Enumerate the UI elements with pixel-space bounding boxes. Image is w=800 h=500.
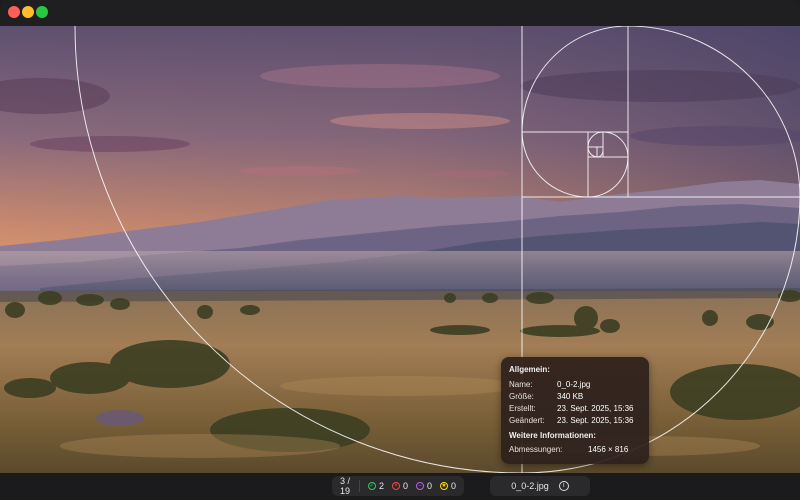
rating-counter-bar: 3 / 19 ✓ 2 × 0 – 0 ★ 0 <box>332 476 464 496</box>
image-counter: 3 / 19 <box>340 476 351 496</box>
created-label: Erstellt: <box>509 403 536 413</box>
accepted-count: 2 <box>378 481 384 491</box>
rejected-count: 0 <box>402 481 408 491</box>
dimensions-value: 1456 × 816 <box>588 444 629 454</box>
size-label: Größe: <box>509 391 534 401</box>
favorite-count: 0 <box>450 481 456 491</box>
dimensions-row: Abmessungen: 1456 × 816 <box>509 443 641 455</box>
rejected-badge[interactable]: × 0 <box>391 481 408 491</box>
favorite-badge[interactable]: ★ 0 <box>439 481 456 491</box>
maximize-window-button[interactable] <box>36 6 48 18</box>
info-popover: Allgemein: Name: 0_0-2.jpg Größe: 340 KB… <box>501 357 649 464</box>
created-row: Erstellt: 23. Sept. 2025, 15:36 <box>509 402 641 414</box>
modified-label: Geändert: <box>509 415 545 425</box>
neutral-badge[interactable]: – 0 <box>415 481 432 491</box>
minimize-window-button[interactable] <box>22 6 34 18</box>
x-circle-icon: × <box>391 482 400 490</box>
neutral-count: 0 <box>426 481 432 491</box>
name-value: 0_0-2.jpg <box>557 379 591 389</box>
more-info-heading: Weitere Informationen: <box>509 431 596 440</box>
name-row: Name: 0_0-2.jpg <box>509 378 641 390</box>
modified-value: 23. Sept. 2025, 15:36 <box>557 415 634 425</box>
size-row: Größe: 340 KB <box>509 390 641 402</box>
name-label: Name: <box>509 379 533 389</box>
general-heading: Allgemein: <box>509 365 550 374</box>
close-window-button[interactable] <box>8 6 20 18</box>
created-value: 23. Sept. 2025, 15:36 <box>557 403 634 413</box>
accepted-badge[interactable]: ✓ 2 <box>367 481 384 491</box>
image-canvas[interactable] <box>0 26 800 473</box>
divider <box>359 480 360 492</box>
modified-row: Geändert: 23. Sept. 2025, 15:36 <box>509 414 641 426</box>
filename-label: 0_0-2.jpg <box>511 481 549 491</box>
star-circle-icon: ★ <box>439 482 448 490</box>
filename-bar: 0_0-2.jpg i <box>490 476 590 496</box>
size-value: 340 KB <box>557 391 584 401</box>
check-circle-icon: ✓ <box>367 482 376 490</box>
bottom-toolbar: 3 / 19 ✓ 2 × 0 – 0 ★ 0 0_0-2.jpg i <box>0 473 800 500</box>
title-bar <box>0 0 800 26</box>
minus-circle-icon: – <box>415 482 424 490</box>
landscape-photo <box>0 26 800 473</box>
info-icon[interactable]: i <box>558 481 569 491</box>
dimensions-label: Abmessungen: <box>509 444 563 454</box>
image-viewer-window: Allgemein: Name: 0_0-2.jpg Größe: 340 KB… <box>0 0 800 500</box>
